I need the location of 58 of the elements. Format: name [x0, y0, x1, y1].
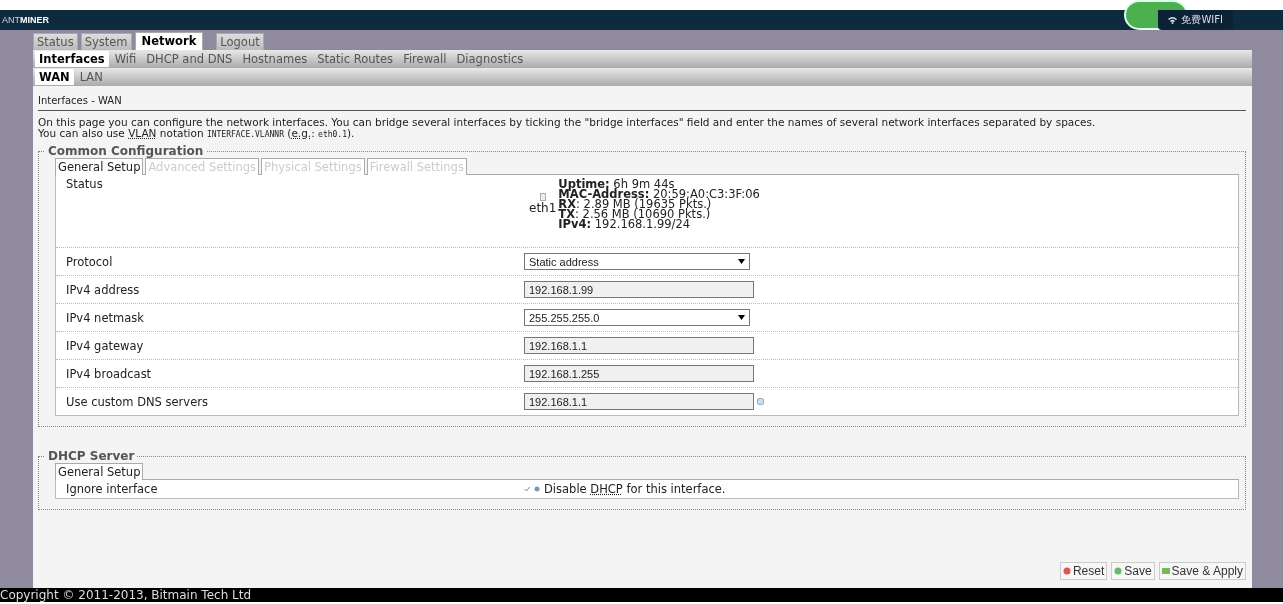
broken-image-icon	[539, 193, 546, 201]
dot-icon	[1114, 567, 1123, 575]
status-line: TX: 2.56 MB (10690 Pkts.)	[558, 209, 712, 219]
page-title: Interfaces - WAN	[38, 92, 1246, 111]
status-line: Uptime: 6h 9m 44s	[558, 179, 675, 189]
input-field[interactable]: 192.168.1.1	[524, 393, 754, 410]
caret-icon	[738, 315, 745, 320]
field-label: Use custom DNS servers	[65, 394, 209, 409]
save-button[interactable]: Save	[1111, 562, 1155, 580]
field-label: IPv4 address	[65, 282, 141, 297]
intro-text: On this page you can configure the network interfaces. You can bridge several interfaces by ticking the "bridge interfaces" field and enter the names of several network interfaces separated by spaces.	[38, 117, 1097, 128]
field-label: Protocol	[65, 254, 114, 269]
section-legend: Common Configuration	[45, 144, 207, 158]
nav-tab[interactable]: System	[80, 33, 132, 50]
wifi-icon	[1168, 16, 1178, 24]
apply-button[interactable]: Save & Apply	[1158, 562, 1246, 580]
wifi-badge[interactable]: 免费WIFI	[1158, 10, 1233, 30]
status-line: RX: 2.89 MB (19635 Pkts.)	[558, 199, 712, 209]
logo: ANTMINER	[1, 15, 49, 25]
info-dot-icon	[534, 486, 540, 492]
nav-tab[interactable]: Network	[134, 32, 204, 50]
section-tab[interactable]: General Setup	[55, 158, 144, 175]
field-label: IPv4 broadcast	[65, 366, 153, 381]
subnav-tab[interactable]: Hostnames	[238, 51, 312, 67]
checkbox-icon[interactable]	[524, 486, 530, 492]
subnav-tab[interactable]: Static Routes	[313, 51, 398, 67]
footer-text: Copyright © 2011-2013, Bitmain Tech Ltd	[0, 588, 1283, 602]
subnav-tab[interactable]: Diagnostics	[452, 51, 528, 67]
square-icon	[1161, 567, 1170, 575]
input-field[interactable]: 192.168.1.1	[524, 337, 754, 354]
field-label: IPv4 netmask	[65, 310, 145, 325]
dropdown[interactable]: 255.255.255.0	[524, 309, 750, 326]
option-text: Disable DHCP for this interface.	[544, 482, 726, 496]
input-field[interactable]: 192.168.1.99	[524, 281, 754, 298]
subnav-tab[interactable]: Wifi	[110, 51, 141, 67]
field-label: IPv4 gateway	[65, 338, 145, 353]
dropdown[interactable]: Static address	[524, 253, 750, 270]
subnav-tab[interactable]: Firewall	[399, 51, 451, 67]
caret-icon	[738, 259, 745, 264]
nav-tab[interactable]: Status	[33, 33, 78, 50]
subnav-tab[interactable]: Interfaces	[35, 51, 109, 67]
input-field[interactable]: 192.168.1.255	[524, 365, 754, 382]
field-label: Status	[65, 176, 104, 191]
field-label: Ignore interface	[65, 482, 159, 496]
add-icon[interactable]	[757, 398, 764, 405]
subnav-tab[interactable]: DHCP and DNS	[142, 51, 237, 67]
wifi-label: 免费WIFI	[1181, 13, 1223, 27]
status-line: MAC-Address: 20:59:A0:C3:3F:06	[558, 189, 760, 199]
dot-icon	[1062, 567, 1071, 575]
device-name: eth1	[529, 201, 557, 215]
interface-tab[interactable]: LAN	[75, 69, 107, 85]
status-line: IPv4: 192.168.1.99/24	[558, 219, 691, 229]
notation-text: You can also use VLAN notation INTERFACE.VLANNR (e.g.: eth0.1).	[38, 128, 356, 140]
interface-tab[interactable]: WAN	[35, 69, 74, 85]
section-legend: DHCP Server	[45, 449, 138, 463]
section-tab[interactable]: General Setup	[55, 463, 144, 480]
reset-button[interactable]: Reset	[1059, 562, 1108, 580]
nav-tab[interactable]: Logout	[216, 33, 264, 50]
